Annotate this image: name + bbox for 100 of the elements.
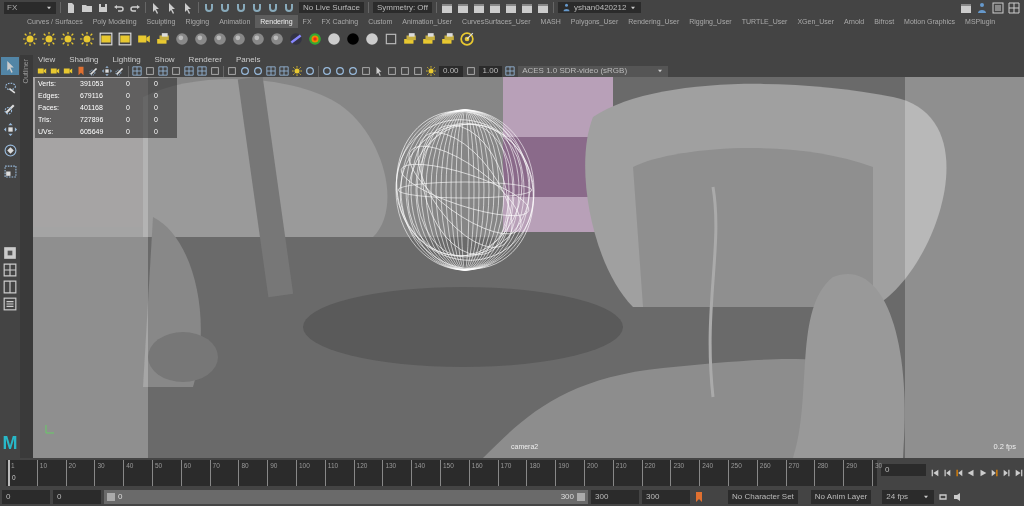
symmetry-dropdown[interactable]: Symmetry: Off [372,2,432,13]
panel-menu-item[interactable]: Lighting [112,54,141,66]
circle-icon[interactable] [327,32,341,46]
sun-icon[interactable] [426,66,436,76]
two-pane-icon[interactable] [3,280,17,294]
circle-icon[interactable] [305,66,315,76]
sun-icon[interactable] [23,32,37,46]
range-slider-bar[interactable]: 0 300 [104,490,588,504]
tool-button[interactable] [1,120,19,138]
arrow-icon[interactable] [374,66,384,76]
current-frame-field[interactable]: 0 [881,464,926,476]
panel-menu-item[interactable]: View [38,54,56,66]
outliner-layout-icon[interactable] [992,1,1004,14]
user-dropdown[interactable]: yshan0420212 [557,2,642,13]
circle-icon[interactable] [322,66,332,76]
stack-icon[interactable] [403,32,417,46]
layout-icon[interactable] [3,246,17,260]
mode-dropdown[interactable]: FX [4,1,56,14]
stack-icon[interactable] [156,32,170,46]
camera-icon[interactable] [37,66,47,76]
square-icon[interactable] [413,66,423,76]
bookmark-icon[interactable] [693,491,705,503]
character-set-dropdown[interactable]: No Character Set [728,490,798,504]
grid-icon[interactable] [132,66,142,76]
panel-menu-item[interactable]: Show [154,54,175,66]
arrow-icon[interactable] [182,1,194,14]
range-start-handle[interactable] [107,493,115,501]
user-icon[interactable] [561,3,571,12]
magnet-icon[interactable] [203,1,215,14]
square-icon[interactable] [384,32,398,46]
ramp-sphere-icon[interactable] [308,32,322,46]
magnet-icon[interactable] [235,1,247,14]
grid-icon[interactable] [266,66,276,76]
square-icon[interactable] [400,66,410,76]
play-backward-button[interactable] [966,467,976,479]
start-time-field[interactable]: 0 [2,490,50,504]
end-time-field[interactable]: 300 [642,490,690,504]
fps-dropdown[interactable]: 24 fps [882,490,935,504]
square-icon[interactable] [145,66,155,76]
save-icon[interactable] [97,1,109,14]
gamma-field[interactable]: 1.00 [478,65,503,77]
sun-icon[interactable] [42,32,56,46]
magnet-icon[interactable] [283,1,295,14]
grid-icon[interactable] [279,66,289,76]
playback-start-field[interactable]: 0 [53,490,101,504]
tool-button[interactable] [1,141,19,159]
clapper-icon[interactable] [488,1,501,14]
clapper-icon[interactable] [456,1,469,14]
grid-icon[interactable] [505,66,516,76]
clapper-icon[interactable] [520,1,533,14]
four-pane-icon[interactable] [3,263,17,277]
panel-menu-item[interactable]: Panels [235,54,261,66]
outliner-layout-icon[interactable] [3,297,17,311]
square-icon[interactable] [387,66,397,76]
next-key-button[interactable] [990,467,1000,479]
circle-icon[interactable] [240,66,250,76]
sphere-icon[interactable] [270,32,284,46]
sphere-icon[interactable] [251,32,265,46]
striped-sphere-icon[interactable] [289,32,303,46]
anim-layer-dropdown[interactable]: No Anim Layer [810,490,872,504]
arrow-icon[interactable] [150,1,162,14]
paint-select-icon[interactable] [89,66,99,76]
sun-icon[interactable] [61,32,75,46]
playback-end-field[interactable]: 300 [591,490,639,504]
four-pane-icon[interactable] [1008,1,1020,14]
go-to-end-button[interactable] [1014,467,1024,479]
go-to-start-button[interactable] [930,467,940,479]
previous-key-button[interactable] [954,467,964,479]
sphere-icon[interactable] [232,32,246,46]
square-icon[interactable] [465,66,476,76]
sphere-icon[interactable] [175,32,189,46]
tool-button[interactable] [1,162,19,180]
square-icon[interactable] [171,66,181,76]
play-button[interactable] [978,467,988,479]
magnet-icon[interactable] [267,1,279,14]
clapper-icon[interactable] [472,1,485,14]
square-icon[interactable] [210,66,220,76]
sphere-icon[interactable] [213,32,227,46]
stack-icon[interactable] [422,32,436,46]
range-end-handle[interactable] [577,493,585,501]
square-icon[interactable] [227,66,237,76]
user-icon[interactable] [976,1,988,14]
circle-icon[interactable] [335,66,345,76]
clapper-icon[interactable] [960,1,972,14]
sphere-icon[interactable] [194,32,208,46]
step-forward-button[interactable] [1002,467,1012,479]
sun-icon[interactable] [292,66,302,76]
grid-icon[interactable] [197,66,207,76]
clapper-icon[interactable] [440,1,453,14]
arrow-icon[interactable] [166,1,178,14]
paint-select-icon[interactable] [115,66,125,76]
camera-icon[interactable] [50,66,60,76]
circle-icon[interactable] [253,66,263,76]
light-icon[interactable] [118,32,132,46]
circle-icon[interactable] [348,66,358,76]
panel-menu-item[interactable]: Renderer [188,54,222,66]
move-icon[interactable] [102,66,112,76]
camera-icon[interactable] [63,66,73,76]
circle-icon[interactable] [365,32,379,46]
sun-icon[interactable] [80,32,94,46]
